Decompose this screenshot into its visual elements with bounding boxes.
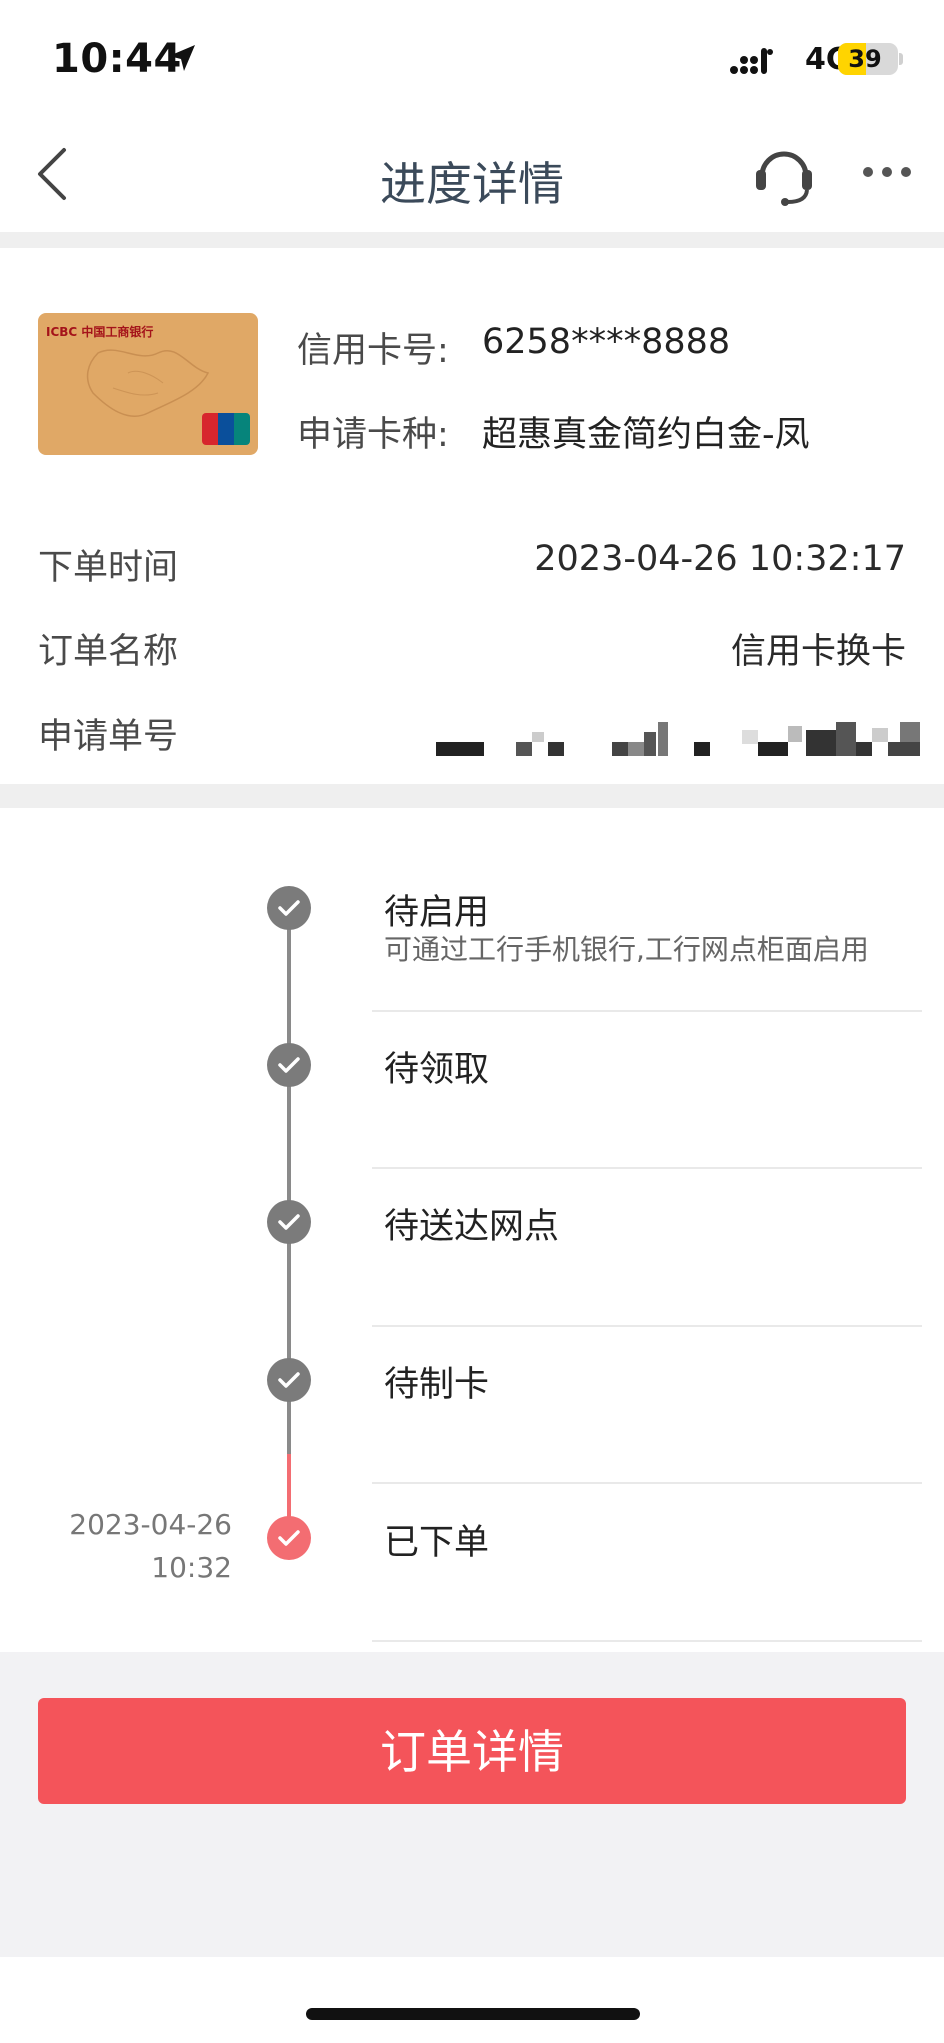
timeline-separator <box>372 1167 922 1169</box>
timeline-step-title: 待领取 <box>384 1050 490 1090</box>
timeline-step-time: 10:32 <box>151 1551 232 1584</box>
section-gap <box>0 784 944 808</box>
battery-icon: 39 <box>838 43 898 75</box>
status-time: 10:44 <box>52 36 182 82</box>
timeline-step-title: 待制卡 <box>384 1365 490 1405</box>
timeline-separator <box>372 1640 922 1642</box>
card-type-label: 申请卡种: <box>297 415 449 455</box>
order-name-value: 信用卡换卡 <box>730 632 906 672</box>
battery-level: 39 <box>848 45 882 73</box>
order-time-value: 2023-04-26 10:32:17 <box>534 539 906 579</box>
order-name-label: 订单名称 <box>38 632 179 672</box>
unionpay-logo-icon <box>202 413 250 445</box>
card-type-value: 超惠真金简约白金-凤 <box>482 415 810 455</box>
check-icon <box>267 886 311 930</box>
timeline-step-title: 已下单 <box>384 1523 490 1563</box>
timeline-separator <box>372 1325 922 1327</box>
timeline-step-title: 待送达网点 <box>384 1207 560 1247</box>
check-icon <box>267 1043 311 1087</box>
card-number-value: 6258****8888 <box>482 322 731 362</box>
order-details-button[interactable]: 订单详情 <box>38 1698 906 1804</box>
order-time-label: 下单时间 <box>38 548 179 588</box>
check-icon <box>267 1516 311 1560</box>
card-bank-logo: ICBC 中国工商银行 <box>46 325 154 339</box>
check-icon <box>267 1200 311 1244</box>
timeline-step-desc: 可通过工行手机银行,工行网点柜面启用 <box>384 933 869 966</box>
more-icon[interactable] <box>862 164 912 183</box>
headset-icon[interactable] <box>752 140 816 212</box>
nav-divider <box>0 232 944 248</box>
home-indicator-area <box>0 1957 944 2043</box>
card-number-label: 信用卡号: <box>297 331 449 371</box>
signal-icon <box>730 46 774 80</box>
application-no-label: 申请单号 <box>38 717 179 757</box>
location-arrow-icon <box>166 42 198 78</box>
timeline-separator <box>372 1010 922 1012</box>
check-icon <box>267 1358 311 1402</box>
credit-card-image: ICBC 中国工商银行 <box>38 313 258 455</box>
home-indicator[interactable] <box>306 2008 640 2020</box>
application-no-redacted <box>436 722 920 756</box>
timeline-step-date: 2023-04-26 <box>69 1508 232 1541</box>
timeline-separator <box>372 1482 922 1484</box>
battery-tip <box>899 53 903 65</box>
